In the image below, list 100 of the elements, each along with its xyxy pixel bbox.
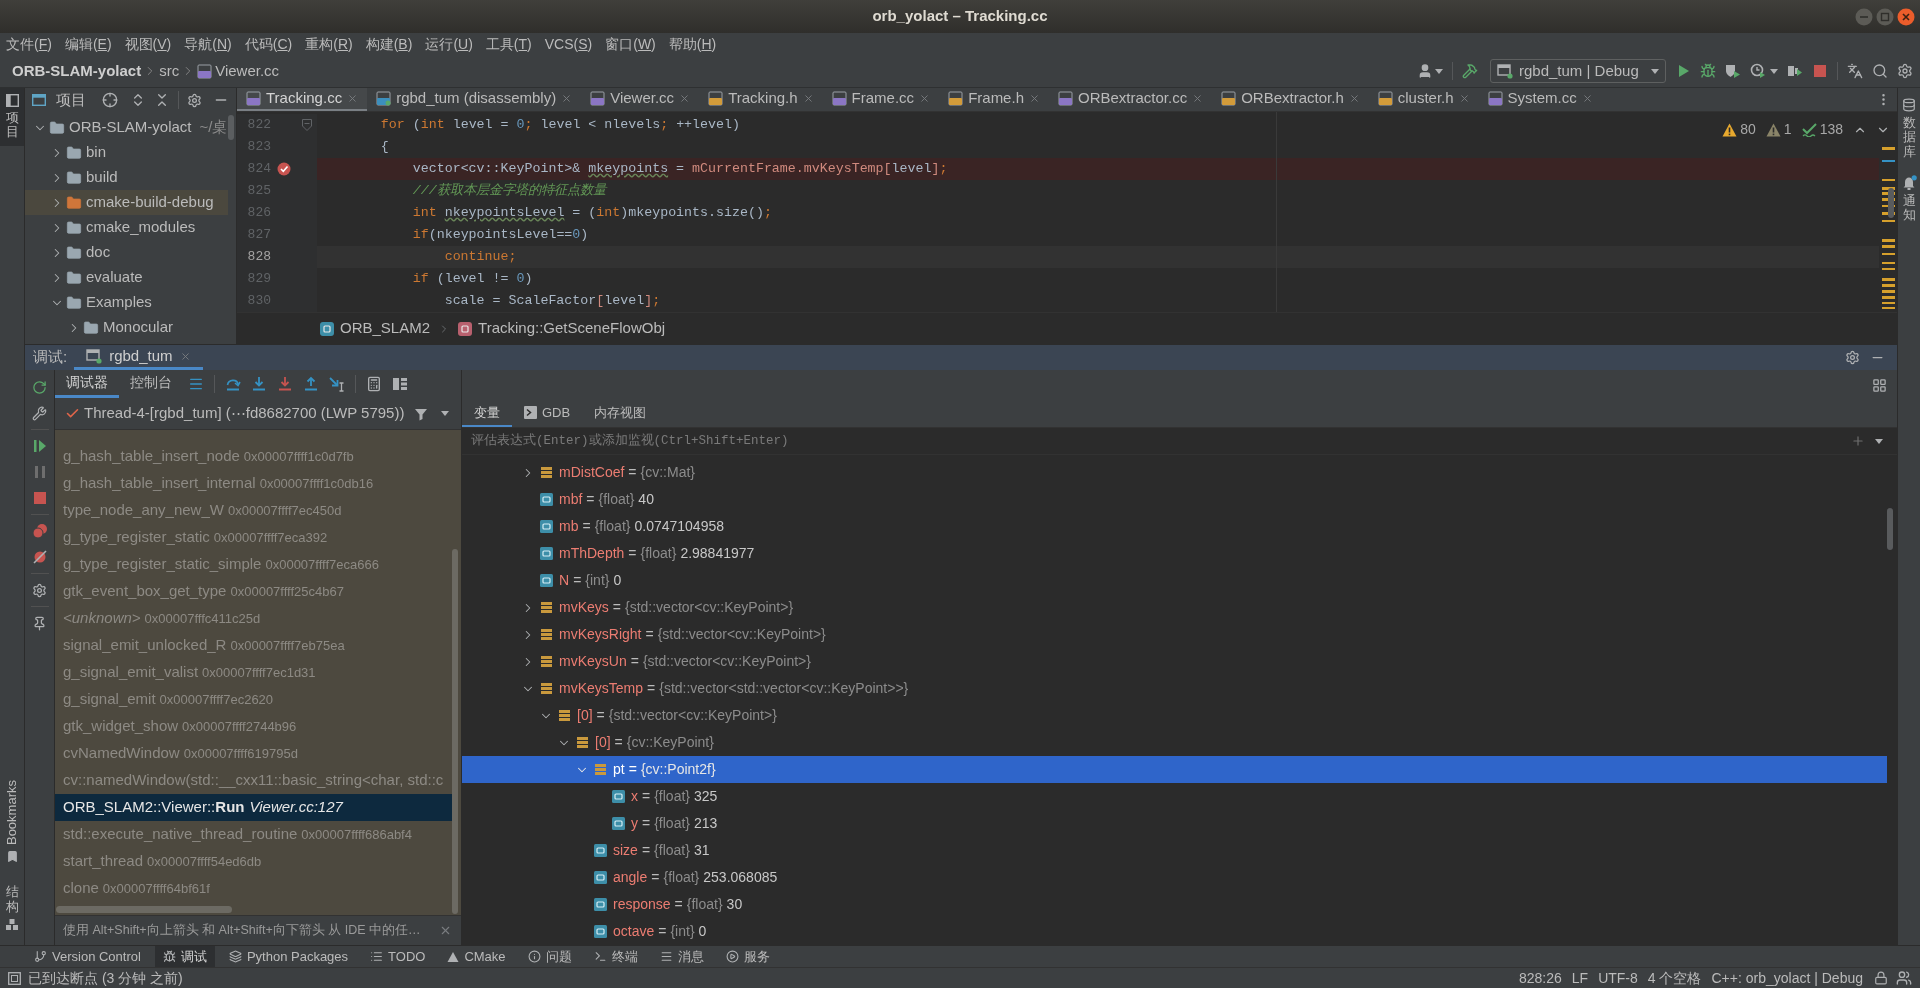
- menu-item[interactable]: VCS(S): [544, 33, 593, 55]
- status-bar-item[interactable]: 4 个空格: [1642, 967, 1707, 988]
- variable-row[interactable]: [0] = {cv::KeyPoint}: [462, 729, 1887, 756]
- tool-window-tab[interactable]: 消息: [651, 946, 712, 967]
- lock-icon[interactable]: [1874, 971, 1888, 985]
- close-icon[interactable]: [919, 93, 931, 104]
- close-icon[interactable]: [679, 93, 691, 104]
- wrench-icon[interactable]: [32, 405, 47, 421]
- tool-window-button[interactable]: Bookmarks: [2, 780, 22, 864]
- tool-window-button[interactable]: 通知: [1901, 174, 1917, 223]
- close-icon[interactable]: [802, 93, 814, 104]
- scrollbar-thumb[interactable]: [228, 115, 234, 140]
- editor-tab[interactable]: Viewer.cc: [581, 88, 700, 111]
- tree-item[interactable]: evaluate: [25, 265, 228, 290]
- menu-item[interactable]: 运行(U): [425, 33, 473, 55]
- tool-window-tab[interactable]: Python Packages: [220, 946, 357, 967]
- breakpoints-icon[interactable]: [31, 523, 48, 539]
- close-icon[interactable]: [1029, 93, 1040, 104]
- caret-icon[interactable]: [1435, 68, 1443, 74]
- editor-tab[interactable]: Frame.cc: [822, 88, 940, 111]
- fold-icon[interactable]: [301, 119, 312, 131]
- menu-icon[interactable]: [188, 376, 204, 392]
- layout-icon[interactable]: [1872, 377, 1887, 393]
- status-bar-item[interactable]: C++: orb_yolact | Debug: [1706, 967, 1868, 988]
- status-bar-item[interactable]: 828:26: [1513, 967, 1567, 988]
- tool-window-tab[interactable]: 问题: [519, 946, 580, 967]
- caret-icon[interactable]: [1651, 68, 1659, 74]
- tool-window-button[interactable]: 项目: [0, 88, 24, 146]
- stop-icon[interactable]: [1812, 63, 1828, 79]
- shield-play-icon[interactable]: [1725, 63, 1741, 79]
- editor-tab[interactable]: Tracking.h: [699, 88, 823, 111]
- tool-window-button[interactable]: 结构: [5, 885, 19, 931]
- scrollbar-thumb[interactable]: [56, 905, 232, 913]
- status-bar-item[interactable]: LF: [1566, 967, 1594, 988]
- menu-item[interactable]: 工具(T): [485, 33, 532, 55]
- close-icon[interactable]: [439, 924, 452, 937]
- calculator-icon[interactable]: [366, 376, 382, 392]
- variable-row[interactable]: mbf = {float} 40: [462, 486, 1887, 513]
- variable-row[interactable]: response = {float} 30: [462, 891, 1887, 918]
- breadcrumb-item[interactable]: Viewer.cc: [195, 59, 282, 83]
- caret-icon[interactable]: [1875, 438, 1883, 444]
- variable-row[interactable]: mvKeysRight = {std::vector<cv::KeyPoint>}: [462, 621, 1887, 648]
- scrollbar-thumb[interactable]: [1888, 188, 1894, 218]
- editor-tab[interactable]: System.cc: [1478, 88, 1602, 111]
- variable-row[interactable]: angle = {float} 253.068085: [462, 864, 1887, 891]
- panel-tab[interactable]: 控制台: [119, 370, 183, 398]
- panel-title[interactable]: 项目: [56, 88, 86, 112]
- tree-item[interactable]: Monocular: [25, 315, 228, 340]
- scrollbar-thumb[interactable]: [452, 549, 458, 914]
- menu-item[interactable]: 编辑(E): [64, 33, 112, 55]
- tree-item[interactable]: ORB-SLAM-yolact ~/桌: [25, 115, 228, 140]
- breakpoint-icon[interactable]: [276, 162, 291, 176]
- panel-tab[interactable]: 内存视图: [582, 400, 659, 427]
- user-icon[interactable]: [1417, 63, 1433, 79]
- tool-window-tab[interactable]: 终端: [585, 946, 646, 967]
- clock-play-icon[interactable]: [1750, 63, 1766, 79]
- tool-window-tab[interactable]: 服务: [717, 946, 778, 967]
- rerun-icon[interactable]: [32, 379, 47, 395]
- caret-icon[interactable]: [441, 411, 449, 416]
- variable-row[interactable]: mb = {float} 0.0747104958: [462, 513, 1887, 540]
- close-icon[interactable]: [1897, 7, 1915, 26]
- status-bar-item[interactable]: UTF-8: [1593, 967, 1643, 988]
- tree-item[interactable]: doc: [25, 240, 228, 265]
- menu-item[interactable]: 视图(V): [124, 33, 172, 55]
- menu-item[interactable]: 导航(N): [184, 33, 232, 55]
- inspection-counter[interactable]: 1: [1765, 119, 1792, 140]
- panel-tab[interactable]: 变量: [462, 400, 512, 427]
- menu-item[interactable]: 重构(R): [305, 33, 353, 55]
- editor-tab[interactable]: Tracking.cc: [237, 88, 368, 111]
- menu-item[interactable]: 文件(F): [6, 33, 52, 55]
- breadcrumb-item[interactable]: Tracking::GetSceneFlowObj: [458, 317, 666, 340]
- variable-row[interactable]: x = {float} 325: [462, 783, 1887, 810]
- close-icon[interactable]: [1192, 93, 1204, 104]
- maximize-icon[interactable]: [1876, 7, 1894, 26]
- search-icon[interactable]: [1872, 63, 1888, 79]
- filter-icon[interactable]: [414, 406, 428, 421]
- settings-icon[interactable]: [187, 92, 202, 108]
- tree-item[interactable]: cmake-build-debug: [25, 190, 228, 215]
- tree-item[interactable]: cmake_modules: [25, 215, 228, 240]
- crosshair-icon[interactable]: [102, 92, 118, 108]
- variable-row[interactable]: mvKeysUn = {std::vector<cv::KeyPoint>}: [462, 648, 1887, 675]
- breadcrumb-item[interactable]: src: [157, 59, 182, 83]
- force-step-into-icon[interactable]: [277, 376, 293, 392]
- users-icon[interactable]: [1896, 970, 1912, 986]
- session-tab[interactable]: rgbd_tum: [74, 345, 203, 370]
- step-out-icon[interactable]: [303, 376, 319, 392]
- bug-icon[interactable]: [1700, 63, 1716, 79]
- stop-icon[interactable]: [31, 490, 48, 506]
- variable-row[interactable]: y = {float} 213: [462, 810, 1887, 837]
- caret-icon[interactable]: [1770, 68, 1778, 74]
- menu-item[interactable]: 窗口(W): [605, 33, 656, 55]
- variable-row[interactable]: size = {float} 31: [462, 837, 1887, 864]
- settings-icon[interactable]: [1897, 63, 1913, 79]
- run-to-cursor-icon[interactable]: [329, 376, 345, 392]
- close-icon[interactable]: [1458, 93, 1470, 104]
- tree-item[interactable]: bin: [25, 140, 228, 165]
- menu-item[interactable]: 构建(B): [365, 33, 413, 55]
- close-icon[interactable]: [1581, 93, 1593, 104]
- mute-breakpoints-icon[interactable]: [31, 549, 48, 565]
- tool-window-button[interactable]: 数据库: [1902, 98, 1916, 159]
